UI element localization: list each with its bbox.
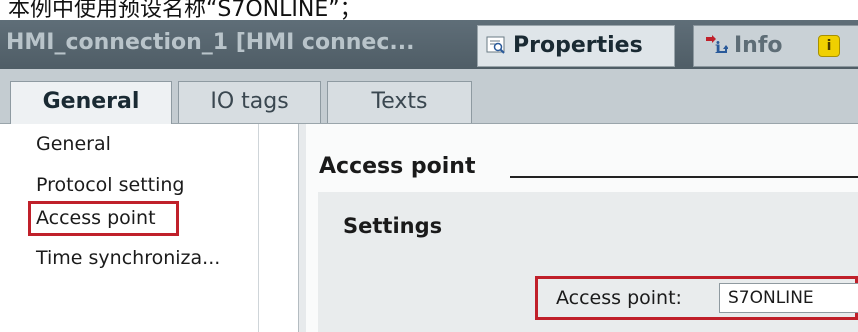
section-divider [510, 176, 858, 178]
selection-highlight-box [28, 201, 179, 236]
info-icon: i [706, 35, 728, 56]
subtab-io-tags-label: IO tags [210, 89, 289, 114]
tab-info-label: Info [734, 33, 783, 58]
sidebar-divider [258, 124, 259, 332]
subtab-io-tags[interactable]: IO tags [178, 81, 321, 123]
svg-text:i: i [715, 38, 721, 56]
sidebar-item-protocol-setting[interactable]: Protocol setting [36, 174, 184, 196]
subtab-general[interactable]: General [10, 81, 172, 124]
settings-title: Settings [343, 214, 443, 238]
caption-text: 本例中使用预设名称“S7ONLINE”； [8, 0, 362, 20]
caption-text-strip: 本例中使用预设名称“S7ONLINE”； [0, 0, 858, 20]
section-title: Access point [319, 154, 476, 179]
subtab-texts-label: Texts [371, 89, 428, 114]
tab-properties-label: Properties [513, 33, 643, 58]
sidebar-item-general[interactable]: General [36, 133, 111, 155]
subtab-texts[interactable]: Texts [327, 81, 472, 123]
subtab-general-label: General [42, 89, 140, 114]
properties-icon [486, 36, 505, 54]
tab-info[interactable]: i Info i [693, 25, 858, 67]
subtab-bar: General IO tags Texts [0, 69, 858, 124]
access-point-input[interactable] [719, 283, 858, 313]
access-point-label: Access point: [556, 287, 682, 309]
tab-properties[interactable]: Properties [477, 25, 675, 67]
connection-title: HMI_connection_1 [HMI connec... [6, 30, 415, 55]
warning-icon: i [818, 35, 840, 57]
sidebar-item-time-synchronization[interactable]: Time synchroniza... [36, 247, 220, 269]
